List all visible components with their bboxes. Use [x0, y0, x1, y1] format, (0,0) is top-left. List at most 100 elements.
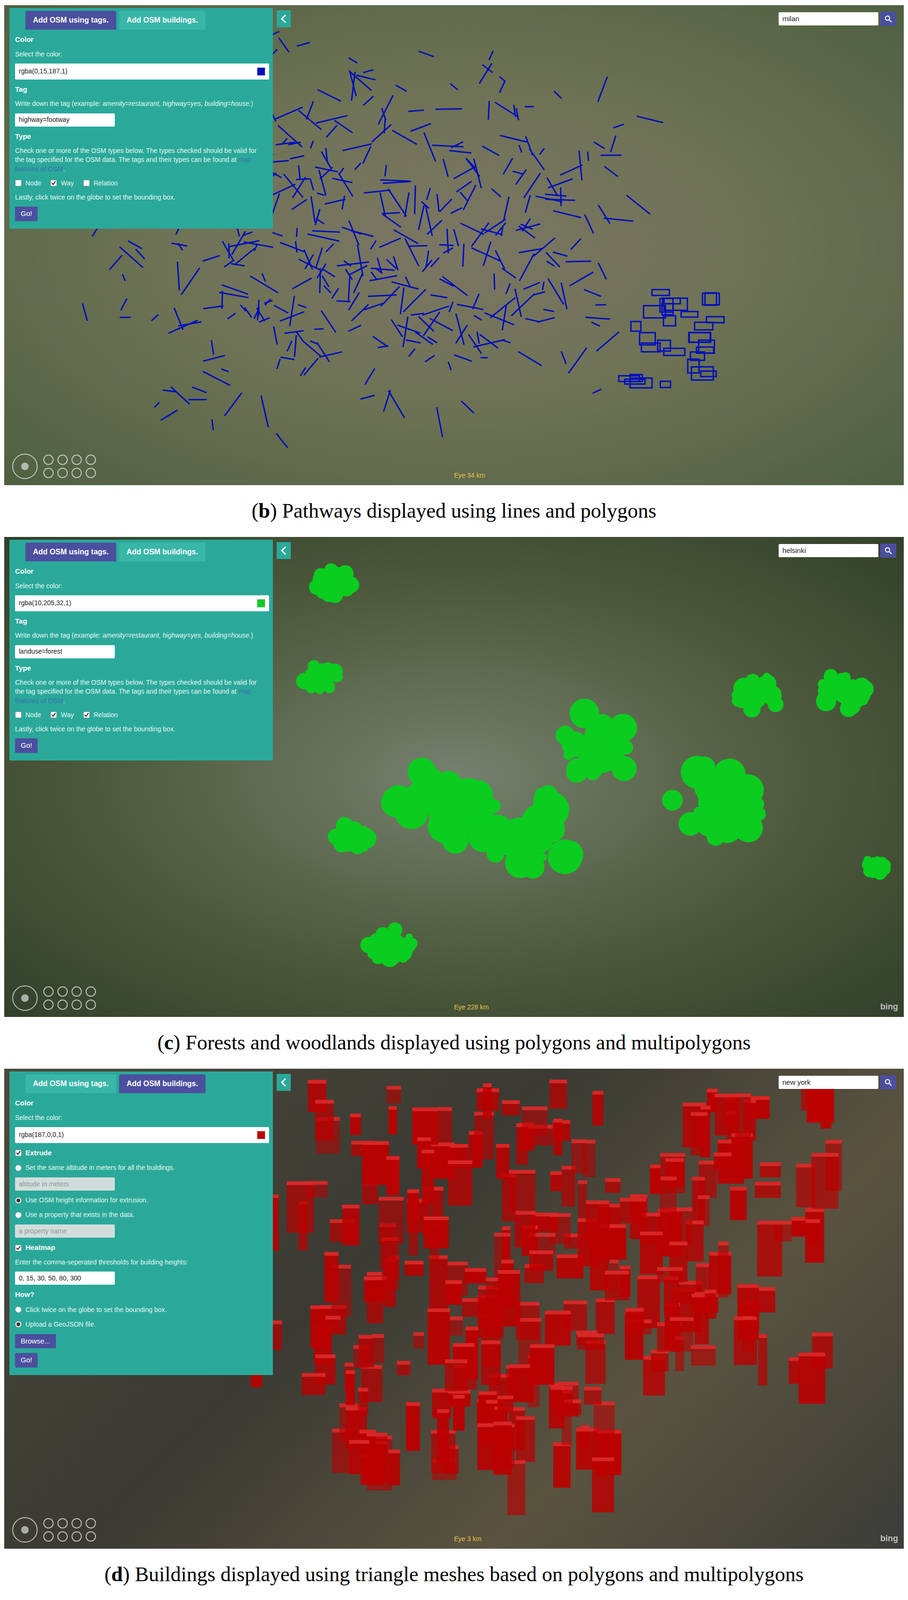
search-field[interactable]: new york	[778, 1075, 879, 1089]
checkbox[interactable]	[15, 1244, 22, 1251]
radio[interactable]	[15, 1196, 22, 1204]
chevron-left-icon	[280, 545, 287, 556]
radio-option[interactable]: Set the same altitude in meters for all …	[15, 1162, 268, 1173]
form-panel: ColorSelect the color:rgba(187,0,0,1)Ext…	[9, 1092, 273, 1375]
radio[interactable]	[15, 1306, 22, 1313]
text-field[interactable]: highway=footway	[15, 113, 115, 127]
map-screenshot: Add OSM using tags.Add OSM buildings.Col…	[4, 536, 904, 1017]
form-heading: How?	[15, 1289, 268, 1300]
navigation-controls-icon[interactable]	[10, 1515, 105, 1544]
tab-bar: Add OSM using tags.Add OSM buildings.	[9, 7, 292, 30]
checkbox[interactable]	[83, 179, 90, 187]
map-screenshot: Add OSM using tags.Add OSM buildings.Col…	[4, 5, 904, 486]
navigation-controls-icon[interactable]	[10, 983, 105, 1012]
navigation-controls-icon[interactable]	[10, 452, 105, 481]
checkbox-option[interactable]: Heatmap	[15, 1242, 268, 1253]
type-option[interactable]: Way	[50, 178, 74, 189]
search-field[interactable]: milan	[778, 12, 879, 26]
radio[interactable]	[15, 1320, 22, 1328]
checkbox[interactable]	[83, 711, 90, 718]
color-swatch[interactable]	[256, 598, 266, 608]
collapse-button[interactable]	[276, 10, 291, 28]
text-field[interactable]: a property name	[15, 1224, 115, 1238]
sidebar: Add OSM using tags.Add OSM buildings.Col…	[9, 1071, 292, 1375]
action-button[interactable]: Go!	[15, 206, 38, 222]
tab[interactable]: Add OSM buildings.	[119, 1074, 206, 1093]
tab[interactable]: Add OSM using tags.	[25, 1074, 117, 1093]
map-features-link[interactable]: map features of OSM	[15, 687, 252, 704]
collapse-button[interactable]	[276, 541, 291, 559]
checkbox[interactable]	[50, 179, 57, 187]
search-field[interactable]: helsinki	[778, 543, 879, 558]
action-button[interactable]: Browse...	[15, 1333, 56, 1349]
search-bar: helsinki	[778, 543, 897, 558]
bing-logo: bing	[880, 1000, 899, 1013]
type-option[interactable]: Node	[15, 709, 41, 720]
tab[interactable]: Add OSM using tags.	[25, 542, 117, 562]
figure-part: Add OSM using tags.Add OSM buildings.Col…	[4, 5, 904, 537]
magnifier-icon	[884, 1078, 893, 1086]
radio-option[interactable]: Click twice on the globe to set the boun…	[15, 1304, 268, 1315]
tab-bar: Add OSM using tags.Add OSM buildings.	[9, 1071, 292, 1093]
type-help: Check one or more of the OSM types below…	[15, 146, 268, 174]
radio[interactable]	[15, 1164, 22, 1171]
bing-logo: bing	[880, 1531, 899, 1545]
radio-option[interactable]: Upload a GeoJSON file.	[15, 1319, 268, 1330]
type-option[interactable]: Way	[50, 709, 74, 720]
tab[interactable]: Add OSM buildings.	[119, 10, 206, 30]
color-field[interactable]: rgba(0,15,187,1)	[15, 63, 270, 80]
text-field[interactable]: 0, 15, 30, 50, 80, 300	[15, 1271, 115, 1285]
magnifier-icon	[884, 546, 893, 555]
tab[interactable]: Add OSM buildings.	[119, 542, 206, 562]
search-button[interactable]	[880, 543, 897, 558]
type-option[interactable]: Relation	[83, 178, 118, 189]
checkbox[interactable]	[15, 1149, 22, 1156]
type-help: Check one or more of the OSM types below…	[15, 677, 268, 706]
chevron-left-icon	[280, 14, 287, 24]
checkbox[interactable]	[15, 711, 22, 718]
figure-part: Add OSM using tags.Add OSM buildings.Col…	[4, 1068, 904, 1600]
tag-help: Write down the tag (example: amenity=res…	[15, 630, 268, 640]
text-field[interactable]: landuse=forest	[15, 645, 115, 659]
figure-part: Add OSM using tags.Add OSM buildings.Col…	[4, 536, 904, 1069]
tab[interactable]: Add OSM using tags.	[25, 10, 117, 30]
color-field[interactable]: rgba(187,0,0,1)	[15, 1126, 270, 1143]
eye-altitude: Eye 34 km	[454, 470, 486, 481]
radio-option[interactable]: Use OSM height information for extrusion…	[15, 1194, 268, 1205]
search-button[interactable]	[880, 11, 897, 26]
form-heading: Tag	[15, 615, 268, 627]
checkbox[interactable]	[50, 711, 57, 718]
caption: (c) Forests and woodlands displayed usin…	[4, 1016, 904, 1069]
form-heading: Type	[15, 662, 268, 674]
radio[interactable]	[15, 1211, 22, 1219]
type-option[interactable]: Node	[15, 178, 41, 189]
text-field[interactable]: altitude in meters	[15, 1177, 115, 1191]
form-text: Select the color:	[15, 581, 268, 591]
type-option[interactable]: Relation	[83, 709, 118, 720]
caption: (d) Buildings displayed using triangle m…	[4, 1548, 904, 1600]
tab-bar: Add OSM using tags.Add OSM buildings.	[9, 539, 292, 562]
eye-altitude: Eye 228 km	[454, 1002, 489, 1012]
type-checkboxes: Node Way Relation	[15, 178, 268, 189]
color-swatch[interactable]	[256, 67, 266, 76]
form-text: Lastly, click twice on the globe to set …	[15, 192, 268, 202]
tag-help: Write down the tag (example: amenity=res…	[15, 99, 268, 109]
map-features-link[interactable]: map features of OSM	[15, 155, 252, 173]
search-bar: milan	[778, 11, 897, 26]
form-text: Enter the comma-seperated thresholds for…	[15, 1257, 268, 1267]
form-text: Select the color:	[15, 1113, 268, 1123]
checkbox-option[interactable]: Extrude	[15, 1147, 268, 1159]
checkbox[interactable]	[15, 179, 22, 187]
form-text: Select the color:	[15, 49, 268, 59]
eye-altitude: Eye 3 km	[454, 1533, 482, 1544]
color-swatch[interactable]	[256, 1130, 266, 1139]
magnifier-icon	[884, 15, 893, 23]
form-panel: ColorSelect the color:rgba(0,15,187,1)Ta…	[9, 29, 273, 229]
radio-option[interactable]: Use a property that exists in the data.	[15, 1209, 268, 1220]
search-button[interactable]	[880, 1075, 897, 1090]
collapse-button[interactable]	[276, 1073, 291, 1091]
color-field[interactable]: rgba(10,205,32,1)	[15, 595, 270, 612]
action-button[interactable]: Go!	[15, 1352, 38, 1368]
form-panel: ColorSelect the color:rgba(10,205,32,1)T…	[9, 561, 273, 761]
action-button[interactable]: Go!	[15, 738, 38, 753]
